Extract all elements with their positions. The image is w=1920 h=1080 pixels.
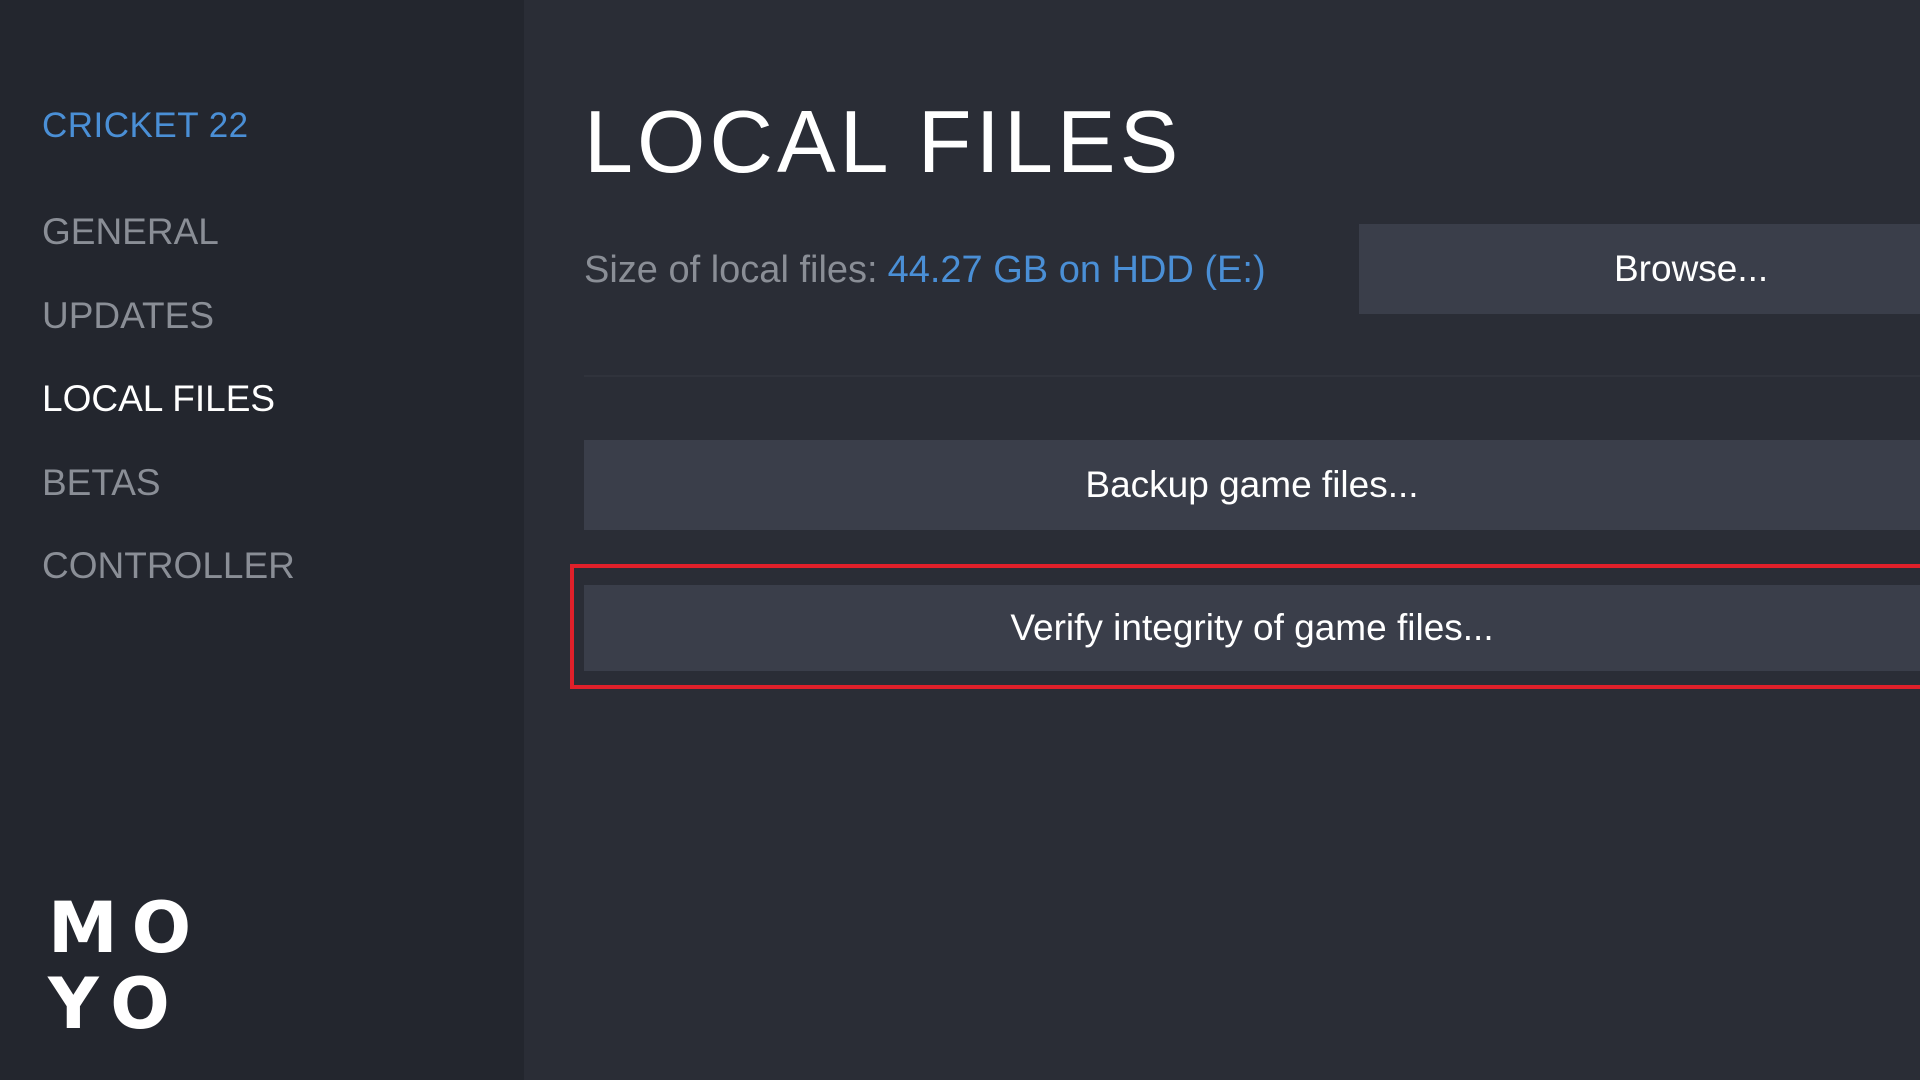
sidebar-item-controller[interactable]: CONTROLLER (42, 544, 295, 588)
backup-button-label: Backup game files... (1085, 464, 1419, 505)
verify-integrity-button[interactable]: Verify integrity of game files... (584, 585, 1920, 671)
app-window: CRICKET 22 GENERAL UPDATES LOCAL FILES B… (0, 0, 1920, 1080)
logo-line-1: MO (48, 887, 206, 969)
page-title: LOCAL FILES (584, 92, 1183, 191)
sidebar-item-updates[interactable]: UPDATES (42, 294, 214, 338)
sidebar-item-betas[interactable]: BETAS (42, 461, 161, 505)
verify-button-label: Verify integrity of game files... (1010, 607, 1494, 648)
size-value-link[interactable]: 44.27 GB on HDD (E:) (888, 249, 1266, 291)
backup-game-files-button[interactable]: Backup game files... (584, 440, 1920, 530)
size-label: Size of local files: (584, 249, 878, 291)
sidebar-item-general[interactable]: GENERAL (42, 210, 219, 254)
browse-button[interactable]: Browse... (1359, 224, 1920, 314)
sidebar-item-local-files[interactable]: LOCAL FILES (42, 377, 275, 421)
game-title: CRICKET 22 (42, 106, 249, 145)
divider (584, 375, 1920, 377)
moyo-logo: MO YO (48, 890, 196, 1042)
local-files-size-row: Size of local files: 44.27 GB on HDD (E:) (584, 247, 1266, 293)
sidebar: CRICKET 22 GENERAL UPDATES LOCAL FILES B… (0, 0, 524, 1080)
main-panel: LOCAL FILES Size of local files: 44.27 GB… (524, 0, 1920, 1080)
browse-button-label: Browse... (1614, 248, 1769, 289)
logo-line-2: YO (48, 963, 184, 1045)
